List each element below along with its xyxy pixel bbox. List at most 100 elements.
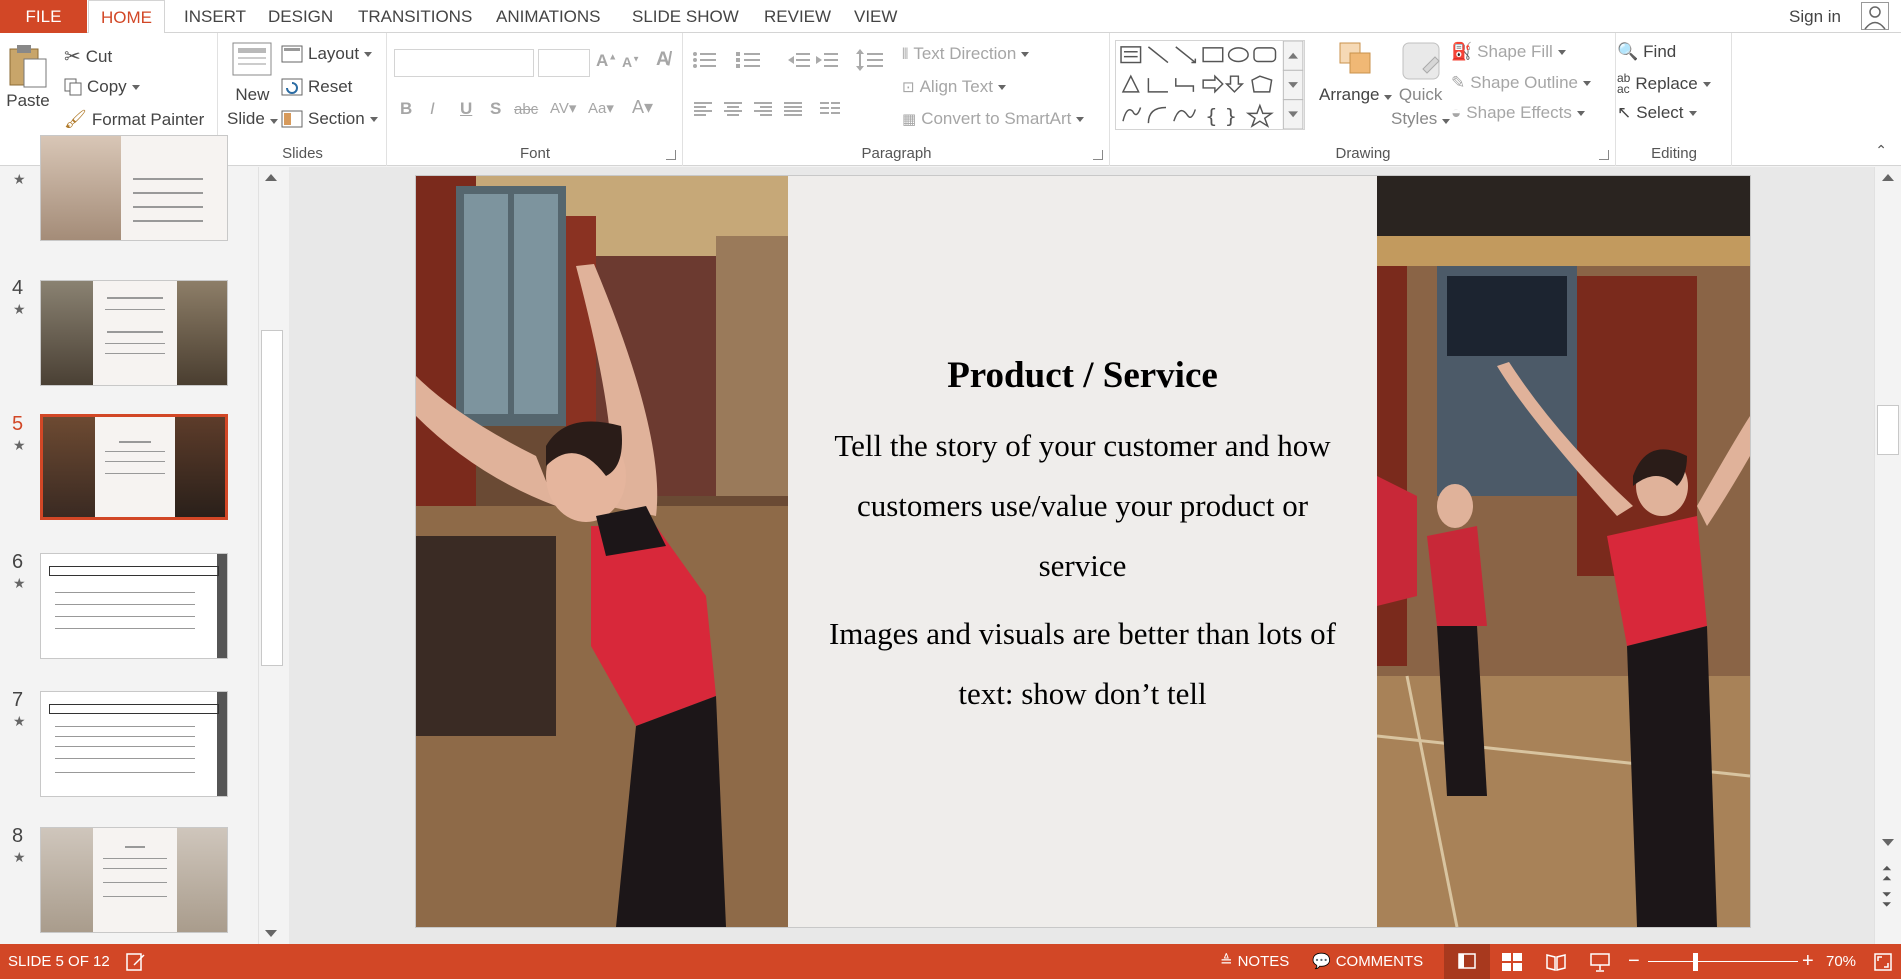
paste-label: Paste [6, 91, 50, 110]
notes-button[interactable]: ≜ NOTES [1220, 944, 1289, 979]
shapes-gallery[interactable]: { } [1115, 40, 1305, 130]
drawing-launcher-icon[interactable] [1599, 150, 1609, 160]
reset-icon [281, 78, 303, 96]
font-launcher-icon[interactable] [666, 150, 676, 160]
editor-vertical-scrollbar[interactable]: ⏶ ⏶ ⏷ ⏷ [1874, 167, 1901, 944]
tab-design[interactable]: DESIGN [256, 0, 345, 33]
text-shadow-icon[interactable]: S [490, 99, 501, 119]
user-avatar-icon[interactable] [1861, 2, 1889, 30]
clear-formatting-icon[interactable]: A̸ [656, 49, 670, 71]
tab-animations[interactable]: ANIMATIONS [484, 0, 613, 33]
slide-thumbnail[interactable] [40, 827, 228, 933]
columns-icon[interactable] [820, 101, 850, 117]
slide-body-text-2[interactable]: Images and visuals are better than lots … [813, 604, 1352, 724]
grow-font-icon[interactable]: A▲ [596, 51, 617, 71]
editor-scroll-thumb[interactable] [1877, 405, 1899, 455]
font-name-box[interactable] [394, 49, 534, 77]
paste-button[interactable]: Paste [6, 41, 50, 113]
increase-indent-icon[interactable] [816, 51, 838, 69]
scroll-up-icon[interactable] [1882, 174, 1894, 181]
thumbnail-scrollbar[interactable] [258, 167, 284, 944]
slide-thumbnail-selected[interactable] [40, 414, 228, 520]
justify-icon[interactable] [784, 101, 802, 117]
slide-title[interactable]: Product / Service [788, 354, 1377, 397]
shape-effects-button[interactable]: ◒ Shape Effects [1451, 103, 1585, 123]
convert-smartart-button[interactable]: ▦ Convert to SmartArt [902, 109, 1084, 129]
align-right-icon[interactable] [754, 101, 772, 117]
zoom-slider-track[interactable] [1648, 961, 1798, 962]
zoom-slider-thumb[interactable] [1693, 953, 1698, 971]
tab-home[interactable]: HOME [88, 0, 165, 34]
next-slide-icon[interactable]: ⏷ ⏷ [1882, 888, 1892, 910]
dancer-photo-left[interactable] [416, 176, 788, 927]
normal-view-button[interactable] [1444, 944, 1490, 979]
status-bar: SLIDE 5 OF 12 ≜ NOTES 💬 COMMENTS − + 70% [0, 944, 1901, 979]
quick-styles-label: Quick [1398, 85, 1443, 104]
slide-thumbnail[interactable] [40, 691, 228, 797]
slide-sorter-icon[interactable] [1502, 953, 1522, 971]
paragraph-launcher-icon[interactable] [1093, 150, 1103, 160]
align-left-icon[interactable] [694, 101, 712, 117]
layout-button[interactable]: Layout [281, 44, 372, 64]
align-text-button[interactable]: ⊡ Align Text [902, 77, 1006, 97]
comments-button[interactable]: 💬 COMMENTS [1312, 944, 1423, 979]
section-button[interactable]: Section [281, 109, 378, 129]
line-spacing-icon[interactable] [856, 49, 886, 71]
select-button[interactable]: ↖ Select [1617, 103, 1697, 123]
slide-text-panel[interactable]: Product / Service Tell the story of your… [788, 176, 1377, 927]
new-slide-button[interactable]: New Slide [227, 37, 278, 131]
strikethrough-icon[interactable]: abc [514, 101, 538, 118]
scroll-up-icon[interactable] [265, 174, 277, 181]
numbering-icon[interactable] [736, 51, 774, 69]
underline-icon[interactable]: U [460, 99, 472, 119]
scroll-down-icon[interactable] [265, 930, 277, 937]
tab-transitions[interactable]: TRANSITIONS [346, 0, 484, 33]
slide-canvas[interactable]: Product / Service Tell the story of your… [416, 176, 1750, 927]
copy-label: Copy [87, 77, 127, 96]
zoom-level[interactable]: 70% [1826, 944, 1856, 979]
shrink-font-icon[interactable]: A▼ [622, 54, 640, 70]
text-direction-button[interactable]: ⫴ Text Direction [902, 44, 1029, 64]
tab-file[interactable]: FILE [0, 0, 87, 33]
slide-body-text-1[interactable]: Tell the story of your customer and how … [813, 416, 1352, 596]
arrange-button[interactable]: Arrange [1319, 39, 1392, 107]
reading-view-icon[interactable] [1546, 953, 1566, 971]
previous-slide-icon[interactable]: ⏶ ⏶ [1882, 862, 1892, 884]
zoom-out-button[interactable]: − [1628, 944, 1640, 979]
cut-button[interactable]: ✂ Cut [64, 44, 112, 69]
bold-icon[interactable]: B [400, 99, 412, 119]
tab-view[interactable]: VIEW [842, 0, 909, 33]
decrease-indent-icon[interactable] [788, 51, 810, 69]
shape-fill-button[interactable]: ⛽ Shape Fill [1451, 42, 1566, 62]
align-center-icon[interactable] [724, 101, 742, 117]
bullets-icon[interactable] [692, 51, 730, 69]
replace-button[interactable]: ab ac Replace [1617, 72, 1711, 95]
collapse-ribbon-icon[interactable]: ⌃ [1875, 142, 1887, 159]
reset-button[interactable]: Reset [281, 77, 352, 97]
tab-review[interactable]: REVIEW [752, 0, 843, 33]
character-spacing-icon[interactable]: AV▾ [550, 99, 576, 117]
find-button[interactable]: 🔍 Find [1617, 42, 1676, 62]
tab-insert[interactable]: INSERT [172, 0, 258, 33]
tab-slide-show[interactable]: SLIDE SHOW [620, 0, 751, 33]
quick-styles-button[interactable]: Quick Styles [1391, 39, 1450, 131]
slide-thumbnail[interactable] [40, 280, 228, 386]
change-case-icon[interactable]: Aa▾ [588, 99, 614, 117]
thumbnail-scroll-thumb[interactable] [261, 330, 283, 666]
font-color-icon[interactable]: A▾ [632, 97, 653, 118]
spell-check-icon[interactable] [126, 953, 146, 971]
slide-thumbnail[interactable] [40, 553, 228, 659]
shape-outline-button[interactable]: ✎ Shape Outline [1451, 73, 1591, 93]
copy-button[interactable]: Copy [64, 77, 140, 97]
slide-thumbnail[interactable] [40, 135, 228, 241]
cursor-icon: ↖ [1617, 103, 1632, 122]
scroll-down-icon[interactable] [1882, 839, 1894, 846]
font-size-box[interactable] [538, 49, 590, 77]
sign-in-link[interactable]: Sign in [1789, 0, 1841, 33]
format-painter-button[interactable]: 🖌 Format Painter [64, 109, 204, 130]
zoom-in-button[interactable]: + [1802, 944, 1814, 979]
dancer-photo-right[interactable] [1377, 176, 1750, 927]
fit-to-window-icon[interactable] [1874, 953, 1892, 971]
italic-icon[interactable]: I [430, 99, 435, 119]
slide-show-icon[interactable] [1590, 952, 1610, 972]
